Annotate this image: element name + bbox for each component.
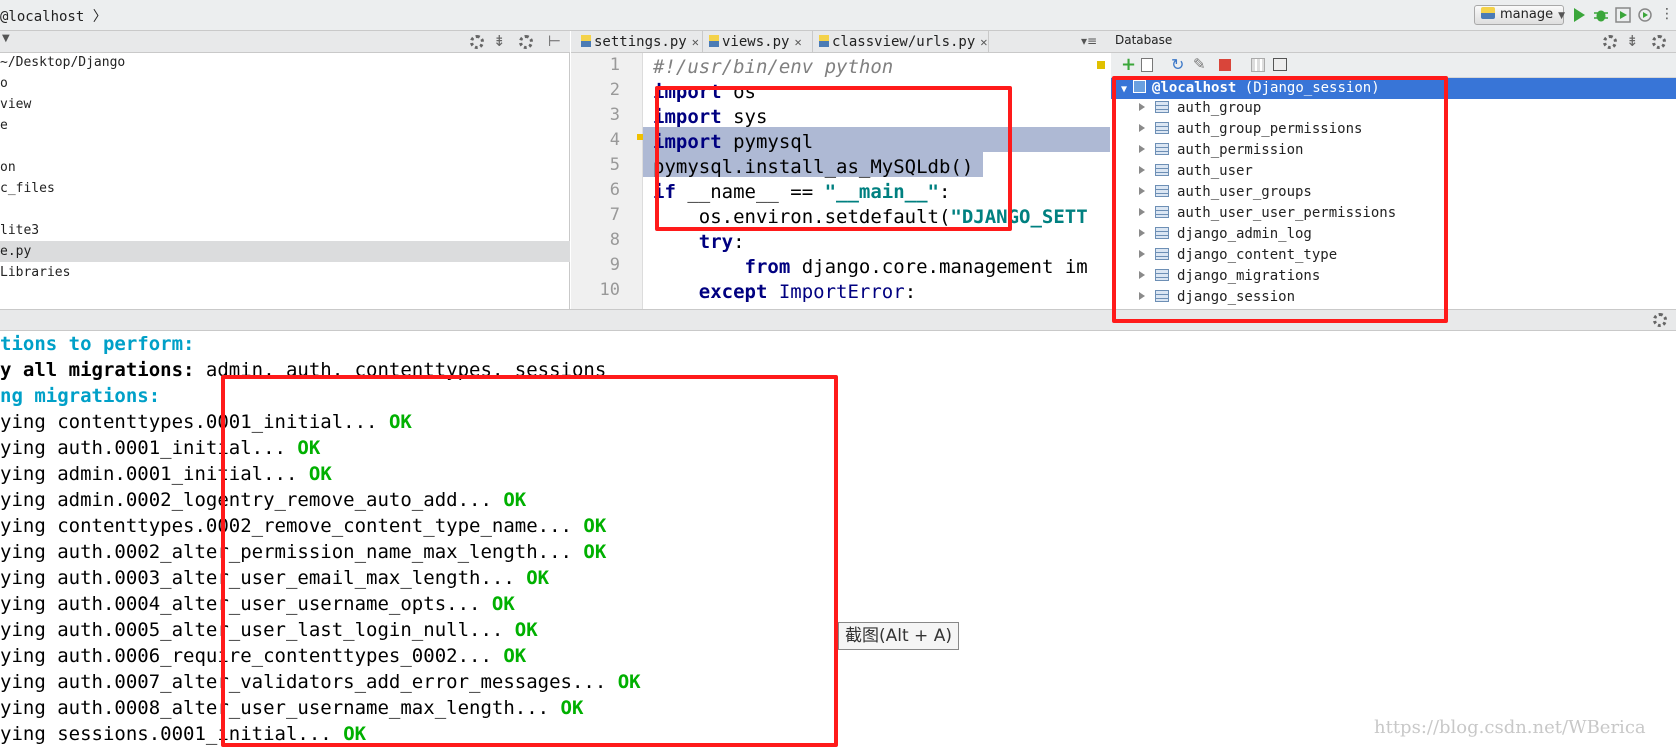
run-config-label: manage — [1500, 7, 1554, 22]
console-line: ng migrations: — [0, 385, 161, 407]
migration-prefix: ying — [0, 411, 58, 433]
python-icon — [1481, 7, 1495, 19]
project-tree-item[interactable]: ~/Desktop/Django — [0, 52, 570, 73]
hide-icon[interactable]: ⊢ — [548, 32, 561, 50]
close-icon[interactable]: ✕ — [794, 35, 801, 49]
close-icon[interactable]: ✕ — [980, 35, 987, 49]
annotation-box-database — [1112, 76, 1448, 323]
migration-prefix: ying — [0, 593, 58, 615]
project-tree-item[interactable]: on — [0, 157, 570, 178]
database-panel-title: Database — [1115, 33, 1173, 47]
migration-prefix: ying — [0, 645, 58, 667]
screenshot-tooltip: 截图(Alt + A) — [838, 622, 959, 650]
tab-views-py[interactable]: views.py ✕ — [703, 31, 813, 53]
project-tree-item[interactable] — [0, 136, 570, 157]
run-with-coverage-icon[interactable] — [1615, 7, 1631, 23]
tab-settings-py[interactable]: settings.py ✕ — [575, 31, 703, 53]
migration-prefix: ying — [0, 567, 58, 589]
project-tree-item[interactable]: view — [0, 94, 570, 115]
line-number: 2 — [609, 80, 620, 100]
console-icon[interactable] — [1273, 58, 1287, 71]
watermark: https://blog.csdn.net/WBerica — [1374, 717, 1646, 738]
collapse-all-icon[interactable]: ⇟ — [1626, 32, 1639, 50]
sync-icon[interactable] — [470, 35, 484, 49]
line-number: 7 — [609, 205, 620, 225]
migration-prefix: ying — [0, 463, 58, 485]
editor-gutter: 1 2 3 4 5 6 7 8 9 10 — [571, 53, 643, 309]
gear-icon[interactable] — [519, 35, 533, 49]
gear-icon[interactable] — [1653, 313, 1667, 327]
line-number: 4 — [609, 130, 620, 150]
project-tree-item[interactable]: lite3 — [0, 220, 570, 241]
gear-icon[interactable] — [1652, 35, 1666, 49]
run-configuration-selector[interactable]: manage ▼ — [1474, 5, 1566, 25]
project-tree-item[interactable]: e — [0, 115, 570, 136]
run-icon[interactable] — [1571, 7, 1587, 23]
migration-prefix: ying — [0, 619, 58, 641]
line-number: 6 — [609, 180, 620, 200]
code-line: #!/usr/bin/env python — [653, 56, 894, 78]
tab-classview-urls-py[interactable]: classview/urls.py ✕ — [813, 31, 989, 53]
close-icon[interactable]: ✕ — [692, 35, 699, 49]
migration-prefix: ying — [0, 671, 58, 693]
inspection-status-indicator[interactable] — [1097, 61, 1105, 69]
migration-prefix: ying — [0, 697, 58, 719]
more-actions-icon[interactable]: ⋮ — [1660, 6, 1674, 22]
line-number: 10 — [599, 280, 620, 300]
tab-list-icon[interactable]: ▾≡ — [1081, 34, 1097, 48]
project-tree-item[interactable]: e.py — [0, 241, 570, 262]
python-file-icon — [709, 35, 719, 47]
project-tree-item[interactable]: o — [0, 73, 570, 94]
project-tree: ~/Desktop/Django o view e on c_files lite3 e.py… — [0, 53, 570, 309]
code-line: except ImportError: — [698, 281, 917, 303]
python-file-icon — [819, 35, 829, 47]
migration-prefix: ying — [0, 437, 58, 459]
migration-prefix: ying — [0, 515, 58, 537]
breadcrumb[interactable]: @localhost 〉 — [0, 6, 107, 26]
annotation-box-code — [655, 86, 1012, 231]
copy-icon[interactable] — [1141, 58, 1153, 72]
editor-tab-bar: settings.py ✕ views.py ✕ classview/urls.py… — [571, 31, 1111, 53]
navigation-bar: @localhost 〉 manage ▼ ⋮ — [0, 0, 1676, 31]
console-line: tions to perform: — [0, 333, 195, 355]
database-toolbar: + ↻ ✎ — [1111, 53, 1676, 78]
python-file-icon — [581, 35, 591, 47]
profile-icon[interactable] — [1637, 7, 1653, 23]
annotation-box-console — [221, 375, 838, 747]
add-icon[interactable]: + — [1121, 54, 1136, 75]
sync-icon[interactable] — [1603, 35, 1617, 49]
line-number: 8 — [609, 230, 620, 250]
migration-prefix: ying — [0, 541, 58, 563]
debug-icon[interactable] — [1593, 7, 1609, 23]
chevron-down-icon: ▼ — [1558, 11, 1566, 21]
chevron-down-icon[interactable]: ▼ — [2, 33, 10, 44]
line-number: 3 — [609, 105, 620, 125]
project-tree-item[interactable]: c_files — [0, 178, 570, 199]
project-tree-item[interactable] — [0, 199, 570, 220]
code-line: from django.core.management im — [744, 256, 1088, 278]
stop-icon[interactable] — [1219, 59, 1231, 71]
database-tool-window-header: ⇟ — [1111, 31, 1676, 53]
line-number: 1 — [609, 55, 620, 75]
edit-properties-icon[interactable]: ✎ — [1193, 55, 1206, 73]
migration-prefix: ying — [0, 723, 58, 745]
line-number: 9 — [609, 255, 620, 275]
project-tree-item[interactable]: Libraries — [0, 262, 570, 283]
migration-prefix: ying — [0, 489, 58, 511]
project-tool-window-header: ▼ ⇟ ⊢ — [0, 31, 570, 53]
line-number: 5 — [609, 155, 620, 175]
collapse-all-icon[interactable]: ⇟ — [493, 32, 506, 50]
code-line: try: — [698, 231, 745, 253]
table-view-icon[interactable] — [1251, 58, 1265, 72]
refresh-icon[interactable]: ↻ — [1171, 55, 1184, 74]
